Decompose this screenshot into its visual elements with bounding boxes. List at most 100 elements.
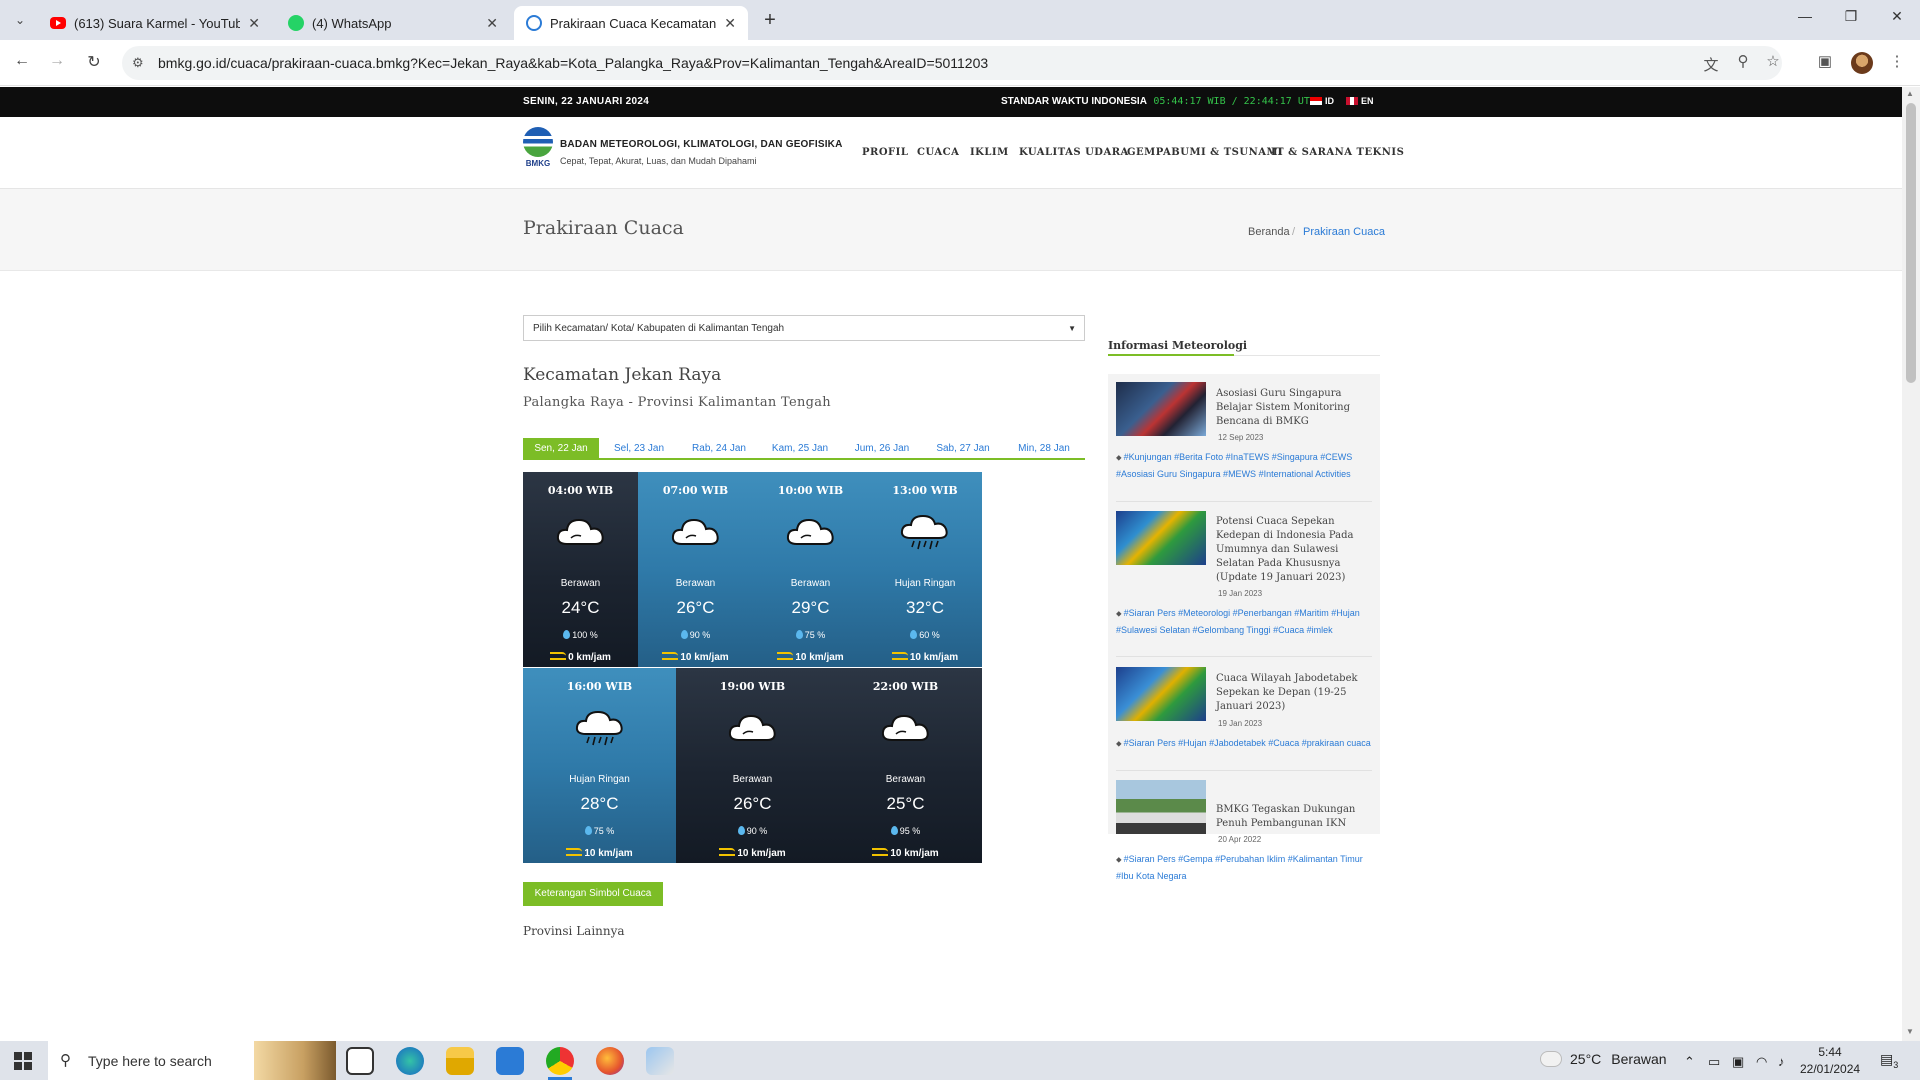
- weather-temp: 25°C: [1570, 1051, 1602, 1067]
- forecast-time: 07:00 WIB: [662, 484, 729, 497]
- zoom-icon[interactable]: ⚲: [1732, 52, 1754, 70]
- nav-gempabumi[interactable]: GEMPABUMI & TSUNAMI: [1127, 147, 1283, 158]
- forward-button[interactable]: →: [45, 52, 69, 70]
- forecast-humidity: 75 %: [753, 630, 868, 640]
- news-tags-text[interactable]: #Siaran Pers #Meteorologi #Penerbangan #…: [1116, 608, 1360, 635]
- day-tab[interactable]: Sab, 27 Jan: [923, 438, 1003, 460]
- news-date: 19 Jan 2023: [1218, 719, 1263, 728]
- news-tags-text[interactable]: #Kunjungan #Berita Foto #InaTEWS #Singap…: [1116, 452, 1352, 479]
- forecast-humidity: 75 %: [523, 826, 676, 836]
- close-tab-icon[interactable]: ✕: [724, 15, 736, 32]
- day-tab[interactable]: Sel, 23 Jan: [599, 438, 679, 460]
- forecast-card: 10:00 WIBBerawan29°C75 %10 km/jamBarat: [753, 472, 868, 667]
- back-button[interactable]: ←: [10, 52, 34, 70]
- news-tags-text[interactable]: #Siaran Pers #Hujan #Jabodetabek #Cuaca …: [1124, 738, 1371, 748]
- news-date: 20 Apr 2022: [1218, 835, 1262, 844]
- windows-taskbar: ⚲ Type here to search 25°C Berawan ⌃ ▭ ▣…: [0, 1041, 1920, 1080]
- forecast-time: 19:00 WIB: [719, 680, 786, 693]
- nav-cuaca[interactable]: CUACA: [917, 147, 959, 158]
- day-tab[interactable]: Min, 28 Jan: [1003, 438, 1085, 460]
- side-panel-icon[interactable]: ▣: [1814, 52, 1836, 70]
- news-thumbnail[interactable]: [1116, 667, 1206, 721]
- chevron-up-icon[interactable]: ⌃: [1684, 1054, 1695, 1070]
- forecast-condition: Berawan: [675, 578, 716, 589]
- forecast-temperature: 24°C: [561, 598, 600, 617]
- forecast-condition: Berawan: [885, 774, 926, 785]
- chrome-icon[interactable]: [546, 1047, 574, 1080]
- reload-button[interactable]: ↻: [82, 52, 106, 72]
- site-info-icon[interactable]: ⚙: [132, 55, 144, 71]
- display-icon[interactable]: ▣: [1732, 1054, 1744, 1070]
- notification-icon[interactable]: ▤3: [1880, 1051, 1898, 1070]
- task-view-icon[interactable]: [346, 1047, 374, 1075]
- bmkg-logo-emblem: [523, 127, 553, 157]
- mail-icon[interactable]: [496, 1047, 524, 1075]
- news-date: 19 Jan 2023: [1218, 589, 1263, 598]
- breadcrumb-home[interactable]: Beranda: [1248, 226, 1290, 238]
- browser-tab-youtube[interactable]: (613) Suara Karmel - YouTube ✕: [38, 6, 272, 40]
- standard-time: STANDAR WAKTU INDONESIA 05:44:17 WIB / 2…: [1001, 96, 1316, 107]
- close-tab-icon[interactable]: ✕: [248, 15, 260, 32]
- volume-icon[interactable]: ♪: [1778, 1054, 1785, 1069]
- browser-tab-whatsapp[interactable]: (4) WhatsApp ✕: [276, 6, 510, 40]
- news-title[interactable]: BMKG Tegaskan Dukungan Penuh Pembangunan…: [1216, 803, 1362, 831]
- file-explorer-icon[interactable]: [446, 1047, 474, 1075]
- news-thumbnail[interactable]: [1116, 511, 1206, 565]
- close-tab-icon[interactable]: ✕: [486, 15, 498, 32]
- nav-kualitas-udara[interactable]: KUALITAS UDARA: [1019, 147, 1129, 158]
- scroll-down-icon[interactable]: ▼: [1906, 1027, 1914, 1036]
- nav-profil[interactable]: PROFIL: [862, 147, 908, 158]
- cloud-icon: [725, 708, 781, 748]
- news-thumbnail[interactable]: [1116, 780, 1206, 834]
- nav-it-sarana[interactable]: IT & SARANA TEKNIS: [1271, 147, 1404, 158]
- windows-start-icon[interactable]: [14, 1052, 32, 1070]
- tab-search-button[interactable]: ⌄: [10, 10, 30, 30]
- search-highlight-image: [254, 1041, 336, 1080]
- lang-en-link[interactable]: EN: [1346, 96, 1374, 106]
- paint-icon[interactable]: [646, 1047, 674, 1075]
- news-title[interactable]: Cuaca Wilayah Jabodetabek Sepekan ke Dep…: [1216, 672, 1362, 714]
- lang-id-link[interactable]: ID: [1310, 96, 1334, 106]
- restore-button[interactable]: ❐: [1836, 8, 1866, 25]
- news-tags-text[interactable]: #Siaran Pers #Gempa #Perubahan Iklim #Ka…: [1116, 854, 1363, 881]
- news-title[interactable]: Asosiasi Guru Singapura Belajar Sistem M…: [1216, 387, 1362, 429]
- day-tab[interactable]: Jum, 26 Jan: [841, 438, 923, 460]
- new-tab-button[interactable]: +: [760, 10, 780, 30]
- day-tab[interactable]: Sen, 22 Jan: [523, 438, 599, 460]
- url-text[interactable]: bmkg.go.id/cuaca/prakiraan-cuaca.bmkg?Ke…: [158, 55, 988, 71]
- scroll-up-icon[interactable]: ▲: [1906, 89, 1914, 98]
- address-bar[interactable]: ⚙ bmkg.go.id/cuaca/prakiraan-cuaca.bmkg?…: [122, 46, 1782, 80]
- scrollbar-thumb[interactable]: [1906, 103, 1916, 383]
- forecast-humidity: 95 %: [829, 826, 982, 836]
- translate-icon[interactable]: 文: [1700, 54, 1722, 75]
- profile-avatar[interactable]: [1851, 52, 1873, 74]
- kecamatan-title: Kecamatan Jekan Raya: [523, 365, 722, 385]
- firefox-icon[interactable]: [596, 1047, 624, 1075]
- minimize-button[interactable]: —: [1790, 8, 1820, 24]
- forecast-temperature: 32°C: [906, 598, 944, 617]
- forecast-wind: 10 km/jam: [753, 652, 868, 663]
- tab-title: (613) Suara Karmel - YouTube: [74, 15, 241, 31]
- page-scrollbar[interactable]: ▲ ▼: [1902, 87, 1920, 1041]
- bmkg-logo[interactable]: BMKG: [523, 127, 553, 168]
- day-tab[interactable]: Kam, 25 Jan: [759, 438, 841, 460]
- close-window-button[interactable]: ✕: [1882, 8, 1912, 25]
- bookmark-star-icon[interactable]: ☆: [1762, 52, 1784, 70]
- nav-iklim[interactable]: IKLIM: [970, 147, 1009, 158]
- forecast-time: 04:00 WIB: [547, 484, 614, 497]
- day-tab[interactable]: Rab, 24 Jan: [679, 438, 759, 460]
- browser-tab-bmkg[interactable]: Prakiraan Cuaca Kecamatan Jek ✕: [514, 6, 748, 40]
- meet-icon[interactable]: ▭: [1708, 1054, 1720, 1070]
- location-select[interactable]: Pilih Kecamatan/ Kota/ Kabupaten di Kali…: [523, 315, 1085, 341]
- taskbar-search[interactable]: ⚲ Type here to search: [48, 1041, 336, 1080]
- wifi-icon[interactable]: ◠: [1756, 1054, 1767, 1070]
- weather-symbol-legend-button[interactable]: Keterangan Simbol Cuaca: [523, 882, 663, 906]
- taskbar-weather[interactable]: 25°C Berawan: [1537, 1048, 1667, 1067]
- taskbar-clock[interactable]: 5:44 22/01/2024: [1800, 1044, 1860, 1078]
- news-thumbnail[interactable]: [1116, 382, 1206, 436]
- news-title[interactable]: Potensi Cuaca Sepekan Kedepan di Indones…: [1216, 515, 1362, 585]
- browser-menu-icon[interactable]: ⋮: [1886, 52, 1908, 70]
- wind-icon: [872, 848, 889, 856]
- edge-icon[interactable]: [396, 1047, 424, 1075]
- forecast-temperature: 26°C: [733, 794, 772, 813]
